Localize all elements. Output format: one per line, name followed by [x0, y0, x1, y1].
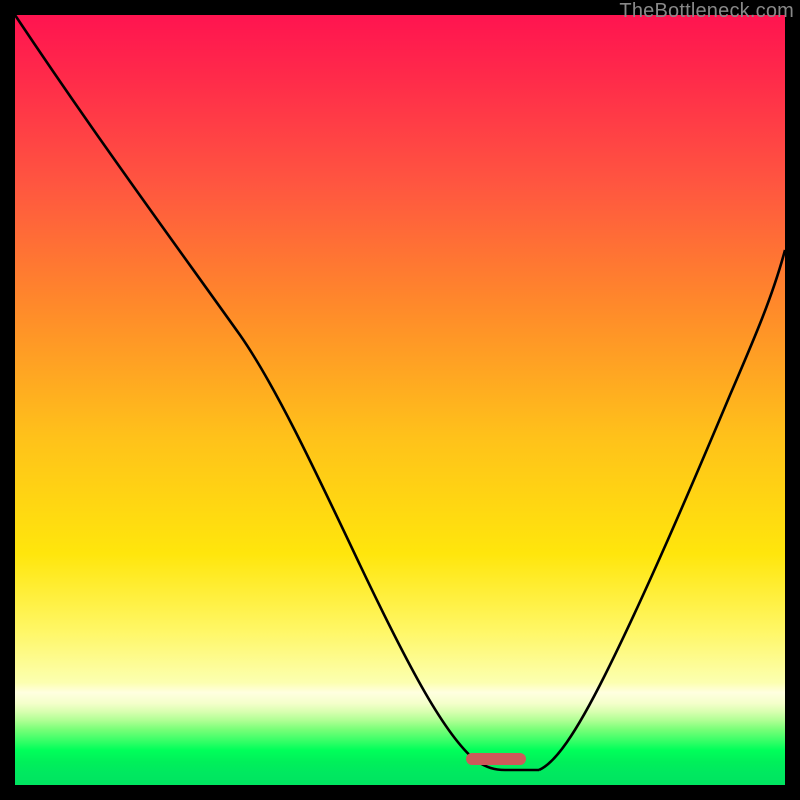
optimal-range-marker — [466, 753, 526, 765]
bottleneck-curve — [15, 15, 785, 785]
chart-frame: TheBottleneck.com — [0, 0, 800, 800]
attribution-label: TheBottleneck.com — [619, 0, 794, 23]
plot-area — [15, 15, 785, 785]
curve-right-branch — [539, 250, 785, 770]
curve-left-branch — [15, 15, 505, 770]
